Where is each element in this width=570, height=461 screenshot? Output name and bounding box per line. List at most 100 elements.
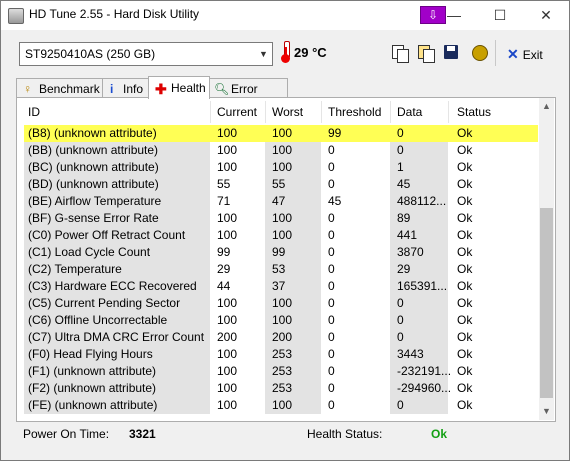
- col-status[interactable]: Status: [457, 105, 491, 119]
- cell-id: (C6) Offline Uncorrectable: [28, 313, 168, 327]
- cell-id: (C5) Current Pending Sector: [28, 296, 181, 310]
- cell-worst: 55: [272, 177, 286, 191]
- cell-id: (C2) Temperature: [28, 262, 122, 276]
- copy-screenshot-icon[interactable]: [417, 44, 435, 63]
- exit-icon: ✕: [507, 46, 519, 62]
- cell-current: 100: [217, 364, 238, 378]
- vertical-scrollbar[interactable]: ▲ ▼: [539, 98, 554, 420]
- cell-data: -294960...: [397, 381, 452, 395]
- cell-status: Ok: [457, 228, 473, 242]
- power-on-label: Power On Time:: [23, 427, 110, 441]
- cell-threshold: 0: [328, 279, 335, 293]
- scroll-thumb[interactable]: [540, 208, 553, 398]
- col-id[interactable]: ID: [28, 105, 40, 119]
- table-row[interactable]: (C3) Hardware ECC Recovered 44 37 0 165391..…: [24, 278, 538, 295]
- cell-current: 99: [217, 245, 231, 259]
- table-row[interactable]: (B8) (unknown attribute) 100 100 99 0 Ok: [24, 125, 538, 142]
- copy-text-icon[interactable]: [391, 44, 409, 63]
- cell-data: 165391...: [397, 279, 448, 293]
- cell-status: Ok: [457, 177, 473, 191]
- cell-status: Ok: [457, 194, 473, 208]
- table-row[interactable]: (BC) (unknown attribute) 100 100 0 1 Ok: [24, 159, 538, 176]
- table-row[interactable]: (C5) Current Pending Sector 100 100 0 0 Ok: [24, 295, 538, 312]
- table-row[interactable]: (F2) (unknown attribute) 100 253 0 -294960..…: [24, 380, 538, 397]
- title-bar[interactable]: HD Tune 2.55 - Hard Disk Utility ⇩ — ☐ ✕: [1, 1, 569, 30]
- col-data[interactable]: Data: [397, 105, 422, 119]
- cell-data: 3870: [397, 245, 424, 259]
- cell-current: 100: [217, 347, 238, 361]
- chevron-down-icon[interactable]: ▼: [255, 43, 272, 65]
- cell-threshold: 0: [328, 262, 335, 276]
- cell-id: (B8) (unknown attribute): [28, 126, 157, 140]
- drive-select-value: ST9250410AS (250 GB): [25, 47, 156, 61]
- cell-status: Ok: [457, 126, 473, 140]
- cell-worst: 47: [272, 194, 286, 208]
- tab-health-label: Health: [171, 81, 206, 95]
- cell-current: 200: [217, 330, 238, 344]
- cell-id: (C3) Hardware ECC Recovered: [28, 279, 197, 293]
- cell-threshold: 0: [328, 347, 335, 361]
- table-row[interactable]: (C2) Temperature 29 53 0 29 Ok: [24, 261, 538, 278]
- cell-current: 100: [217, 296, 238, 310]
- tab-info[interactable]: i Info: [102, 78, 150, 98]
- table-row[interactable]: (C7) Ultra DMA CRC Error Count 200 200 0 0 Ok: [24, 329, 538, 346]
- smart-table[interactable]: ID Current Worst Threshold Data Status (…: [24, 101, 538, 417]
- table-row[interactable]: (FE) (unknown attribute) 100 100 0 0 Ok: [24, 397, 538, 414]
- table-row[interactable]: (C0) Power Off Retract Count 100 100 0 441 Ok: [24, 227, 538, 244]
- table-row[interactable]: (BD) (unknown attribute) 55 55 0 45 Ok: [24, 176, 538, 193]
- cell-id: (C0) Power Off Retract Count: [28, 228, 186, 242]
- cell-threshold: 0: [328, 245, 335, 259]
- cell-status: Ok: [457, 347, 473, 361]
- minimize-button[interactable]: —: [431, 1, 477, 30]
- save-icon[interactable]: [443, 44, 461, 62]
- col-threshold[interactable]: Threshold: [328, 105, 381, 119]
- table-row[interactable]: (F0) Head Flying Hours 100 253 0 3443 Ok: [24, 346, 538, 363]
- app-window: HD Tune 2.55 - Hard Disk Utility ⇩ — ☐ ✕…: [0, 0, 570, 461]
- cell-worst: 100: [272, 160, 293, 174]
- toolbar: ST9250410AS (250 GB) ▼ 29 °C ✕ Exit: [1, 30, 569, 78]
- thermometer-icon: [281, 41, 291, 63]
- health-status-label: Health Status:: [307, 427, 383, 441]
- table-row[interactable]: (BE) Airflow Temperature 71 47 45 488112... O…: [24, 193, 538, 210]
- cell-id: (BD) (unknown attribute): [28, 177, 159, 191]
- exit-button[interactable]: ✕ Exit: [507, 46, 543, 63]
- tab-error-scan[interactable]: 🔍︎ Error Scan: [208, 78, 288, 110]
- drive-select[interactable]: ST9250410AS (250 GB) ▼: [19, 42, 273, 66]
- status-bar: Power On Time: 3321 Health Status: Ok: [23, 427, 563, 443]
- col-worst[interactable]: Worst: [272, 105, 303, 119]
- cell-id: (C1) Load Cycle Count: [28, 245, 151, 259]
- cell-current: 100: [217, 126, 238, 140]
- tab-health[interactable]: ✚ Health: [148, 76, 210, 99]
- cell-threshold: 0: [328, 398, 335, 412]
- tab-benchmark[interactable]: ♀ Benchmark: [16, 78, 104, 98]
- cell-data: 0: [397, 126, 404, 140]
- cell-worst: 253: [272, 347, 293, 361]
- col-current[interactable]: Current: [217, 105, 257, 119]
- table-row[interactable]: (BB) (unknown attribute) 100 100 0 0 Ok: [24, 142, 538, 159]
- table-row[interactable]: (BF) G-sense Error Rate 100 100 0 89 Ok: [24, 210, 538, 227]
- table-row[interactable]: (C6) Offline Uncorrectable 100 100 0 0 Ok: [24, 312, 538, 329]
- cell-worst: 100: [272, 211, 293, 225]
- health-panel: ID Current Worst Threshold Data Status (…: [16, 97, 556, 422]
- magnifier-icon: 🔍︎: [214, 82, 230, 96]
- maximize-button[interactable]: ☐: [477, 1, 523, 30]
- cell-threshold: 0: [328, 296, 335, 310]
- cell-data: 0: [397, 313, 404, 327]
- cell-status: Ok: [457, 364, 473, 378]
- plus-icon: ✚: [155, 81, 167, 97]
- scroll-up-icon[interactable]: ▲: [539, 98, 554, 115]
- cell-threshold: 0: [328, 381, 335, 395]
- cell-data: 3443: [397, 347, 424, 361]
- exit-label: Exit: [522, 48, 543, 62]
- scroll-down-icon[interactable]: ▼: [539, 403, 554, 420]
- cell-worst: 100: [272, 143, 293, 157]
- options-icon[interactable]: [471, 44, 489, 62]
- table-row[interactable]: (F1) (unknown attribute) 100 253 0 -232191..…: [24, 363, 538, 380]
- cell-current: 100: [217, 211, 238, 225]
- table-row[interactable]: (C1) Load Cycle Count 99 99 0 3870 Ok: [24, 244, 538, 261]
- cell-status: Ok: [457, 313, 473, 327]
- cell-threshold: 0: [328, 177, 335, 191]
- cell-status: Ok: [457, 296, 473, 310]
- cell-current: 100: [217, 381, 238, 395]
- close-button[interactable]: ✕: [523, 1, 569, 30]
